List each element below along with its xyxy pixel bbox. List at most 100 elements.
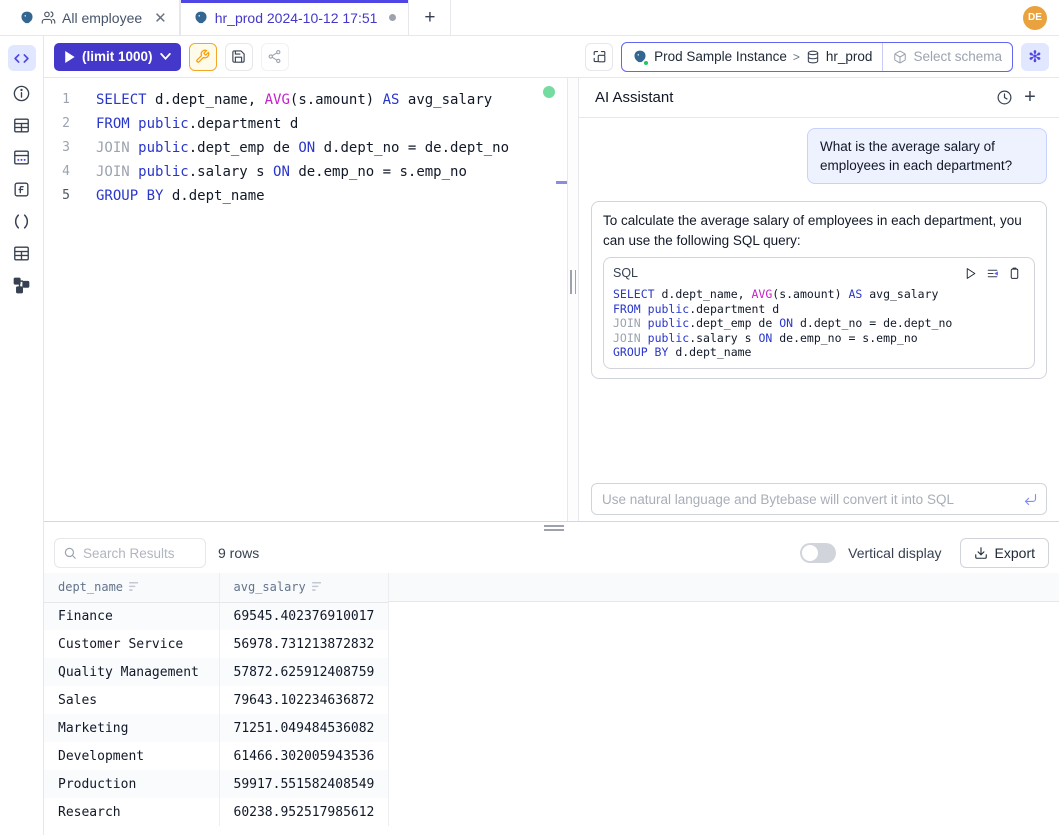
- table-cell[interactable]: 56978.731213872832: [219, 630, 389, 658]
- database-name: hr_prod: [826, 49, 873, 64]
- column-header-avg-salary[interactable]: avg_salary: [219, 573, 389, 602]
- line-number: 5: [44, 184, 70, 208]
- table-cell[interactable]: Development: [44, 742, 219, 770]
- search-results-input[interactable]: [83, 546, 197, 561]
- table-row[interactable]: Quality Management57872.625912408759: [44, 658, 389, 686]
- new-tab-button[interactable]: +: [409, 0, 451, 35]
- assistant-message: To calculate the average salary of emplo…: [591, 201, 1047, 379]
- wrench-icon: [195, 49, 210, 64]
- breadcrumb-separator: >: [793, 50, 800, 64]
- avatar[interactable]: DE: [1023, 6, 1047, 30]
- table-row[interactable]: Sales79643.102234636872: [44, 686, 389, 714]
- toggle-knob: [802, 545, 818, 561]
- table-row[interactable]: Development61466.302005943536: [44, 742, 389, 770]
- postgres-icon: [632, 49, 648, 65]
- vertical-display-toggle[interactable]: [800, 543, 836, 563]
- table-row[interactable]: Customer Service56978.731213872832: [44, 630, 389, 658]
- code-line: GROUP BY d.dept_name: [613, 345, 1025, 360]
- table-cell[interactable]: Production: [44, 770, 219, 798]
- panel-title: AI Assistant: [595, 89, 673, 106]
- code-line: JOIN public.salary s ON de.emp_no = s.em…: [613, 331, 1025, 346]
- run-query-button[interactable]: (limit 1000): [54, 43, 181, 71]
- schema-box-icon: [893, 50, 907, 64]
- new-chat-button[interactable]: +: [1017, 85, 1043, 111]
- chevron-down-icon: [160, 53, 171, 60]
- vertical-resize-handle[interactable]: [567, 78, 579, 521]
- run-code-button[interactable]: [959, 263, 981, 283]
- close-icon[interactable]: ✕: [154, 9, 167, 27]
- table-row[interactable]: Finance69545.402376910017: [44, 602, 389, 630]
- table-icon: [12, 116, 31, 135]
- code-line: GROUP BY d.dept_name: [96, 184, 509, 208]
- horizontal-resize-handle[interactable]: [44, 521, 1059, 533]
- line-number: 1: [44, 88, 70, 112]
- code-line: FROM public.department d: [613, 302, 1025, 317]
- table-cell[interactable]: 59917.551582408549: [219, 770, 389, 798]
- sidebar-item-sql-editor[interactable]: [8, 45, 36, 71]
- openai-icon: ✻: [1028, 47, 1041, 67]
- table-row[interactable]: Marketing71251.049484536082: [44, 714, 389, 742]
- group-icon: [41, 10, 56, 25]
- sql-code-block: SQL: [603, 257, 1035, 369]
- connection-instance-button[interactable]: Prod Sample Instance > hr_prod: [622, 43, 882, 71]
- editor-code: SELECT d.dept_name, AVG(s.amount) AS avg…: [84, 88, 509, 208]
- enter-icon: [1023, 492, 1038, 507]
- table-cell[interactable]: 57872.625912408759: [219, 658, 389, 686]
- ai-assistant-button[interactable]: ✻: [1021, 43, 1049, 71]
- table-cell[interactable]: Quality Management: [44, 658, 219, 686]
- table-cell[interactable]: 79643.102234636872: [219, 686, 389, 714]
- sidebar-item-procedures[interactable]: [12, 212, 31, 231]
- sidebar-item-tables[interactable]: [12, 116, 31, 135]
- switch-connection-button[interactable]: [585, 43, 613, 71]
- admin-wrench-button[interactable]: [189, 43, 217, 71]
- column-header-dept-name[interactable]: dept_name: [44, 573, 219, 602]
- sidebar-item-info[interactable]: [12, 84, 31, 103]
- tab-label: hr_prod 2024-10-12 17:51: [215, 10, 378, 26]
- table-row[interactable]: Production59917.551582408549: [44, 770, 389, 798]
- header-fill: [389, 573, 1059, 602]
- export-button[interactable]: Export: [960, 538, 1049, 568]
- history-button[interactable]: [991, 85, 1017, 111]
- table-cell[interactable]: Research: [44, 798, 219, 826]
- table-cell[interactable]: Customer Service: [44, 630, 219, 658]
- tab-all-employee[interactable]: All employee ✕: [6, 0, 180, 35]
- results-toolbar: 9 rows Vertical display Export: [44, 533, 1059, 573]
- line-number: 4: [44, 160, 70, 184]
- database-icon: [806, 50, 820, 64]
- sql-editor[interactable]: 12345 SELECT d.dept_name, AVG(s.amount) …: [44, 78, 567, 521]
- table-cell[interactable]: 69545.402376910017: [219, 602, 389, 630]
- chat-area: What is the average salary of employees …: [579, 118, 1059, 483]
- sidebar-item-schema-diagram[interactable]: [12, 276, 31, 295]
- ai-input-wrap: [591, 483, 1047, 515]
- line-number-gutter: 12345: [44, 88, 84, 208]
- info-icon: [12, 84, 31, 103]
- select-schema-button[interactable]: Select schema: [882, 43, 1012, 71]
- sidebar-item-views[interactable]: [12, 244, 31, 263]
- table-row[interactable]: Research60238.952517985612: [44, 798, 389, 826]
- sidebar-item-functions[interactable]: [12, 180, 31, 199]
- tab-bar: All employee ✕ hr_prod 2024-10-12 17:51 …: [0, 0, 1059, 36]
- table-cell[interactable]: 60238.952517985612: [219, 798, 389, 826]
- tab-label: All employee: [62, 10, 142, 26]
- code-line: JOIN public.dept_emp de ON d.dept_no = d…: [96, 136, 509, 160]
- table-cell[interactable]: Sales: [44, 686, 219, 714]
- table-cell[interactable]: Finance: [44, 602, 219, 630]
- sidebar-item-external-tables[interactable]: [12, 148, 31, 167]
- sort-icon[interactable]: [312, 582, 323, 592]
- table-cell[interactable]: 61466.302005943536: [219, 742, 389, 770]
- ai-prompt-input[interactable]: [602, 492, 1023, 507]
- tab-hr-prod[interactable]: hr_prod 2024-10-12 17:51: [180, 0, 410, 35]
- share-icon: [267, 49, 282, 64]
- share-sheet-button[interactable]: [261, 43, 289, 71]
- results-table: dept_name avg_salary Finance69545.402376…: [44, 573, 389, 826]
- insert-to-editor-button[interactable]: [981, 263, 1003, 283]
- line-number: 3: [44, 136, 70, 160]
- save-sheet-button[interactable]: [225, 43, 253, 71]
- copy-icon[interactable]: [1003, 263, 1025, 283]
- code-line: FROM public.department d: [96, 112, 509, 136]
- table-cell[interactable]: Marketing: [44, 714, 219, 742]
- grip-icon: [544, 525, 564, 533]
- sort-icon[interactable]: [129, 582, 140, 592]
- grip-icon: [570, 270, 576, 294]
- table-cell[interactable]: 71251.049484536082: [219, 714, 389, 742]
